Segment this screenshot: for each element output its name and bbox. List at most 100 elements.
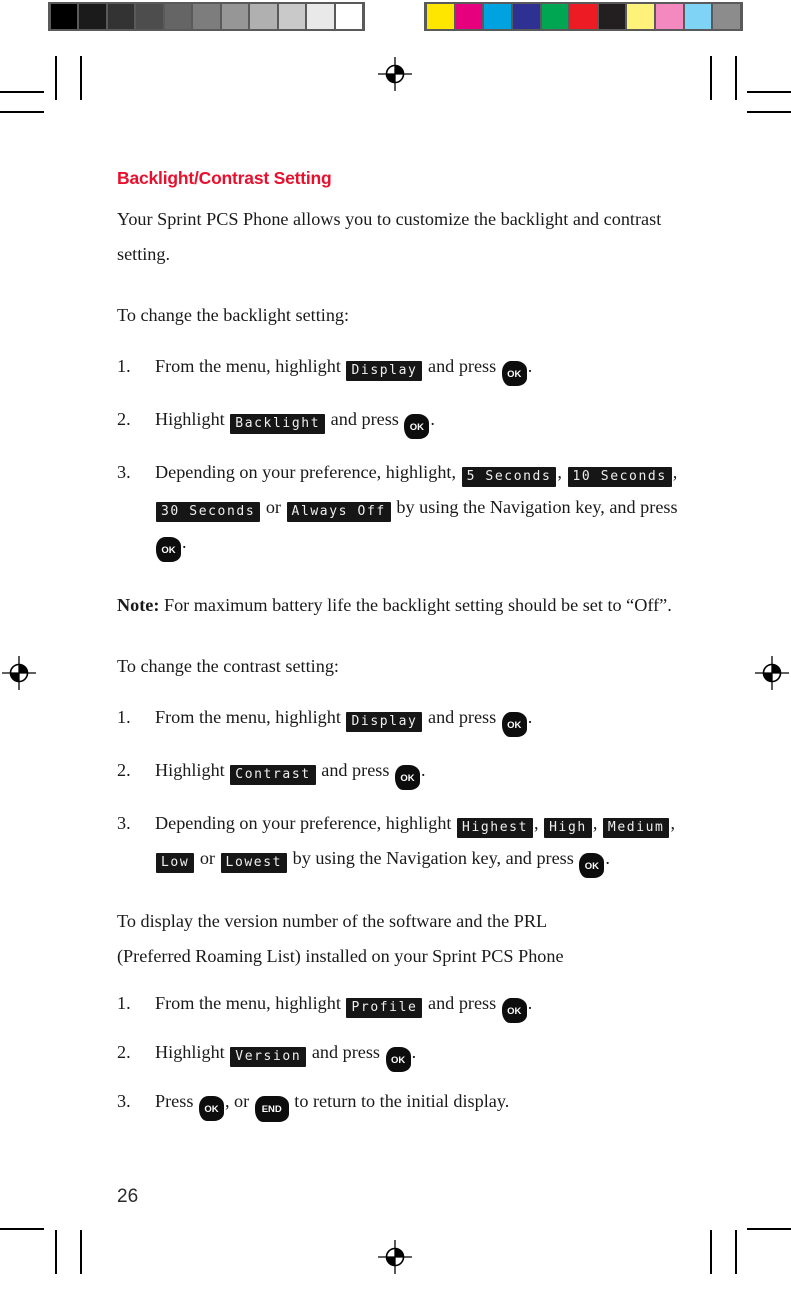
calibration-patch (656, 4, 683, 29)
ok-key-icon[interactable]: OK (501, 711, 527, 737)
calibration-patch (250, 4, 277, 29)
registration-mark-right (755, 656, 789, 690)
menu-chip-backlight[interactable]: Backlight (230, 413, 326, 434)
end-key-icon[interactable]: END (254, 1095, 289, 1122)
step-text: . (605, 847, 610, 868)
list-item: 1. From the menu, highlight Display and p… (117, 349, 692, 386)
step-text: , (534, 812, 539, 833)
crop-mark-bottom-right-v (735, 1230, 737, 1274)
step-text: and press (311, 1041, 381, 1062)
menu-chip-display[interactable]: Display (346, 711, 423, 732)
step-text: , (672, 461, 678, 482)
crop-mark-top-right-h (747, 111, 791, 113)
menu-chip-10-seconds[interactable]: 10 Seconds (567, 466, 672, 487)
intro-paragraph: Your Sprint PCS Phone allows you to cust… (117, 208, 662, 264)
menu-chip-always-off[interactable]: Always Off (286, 501, 391, 522)
menu-chip-30-seconds[interactable]: 30 Seconds (156, 501, 261, 522)
menu-chip-high[interactable]: High (544, 817, 592, 838)
crop-mark-top-left-v2 (80, 56, 82, 100)
ok-key-icon[interactable]: OK (385, 1046, 411, 1072)
step-number: 3. (117, 1090, 131, 1111)
menu-chip-contrast[interactable]: Contrast (230, 764, 316, 785)
page-title: Backlight/Contrast Setting (117, 168, 332, 188)
list-item: 2. Highlight Contrast and press OK. (117, 753, 692, 790)
list-item: 1. From the menu, highlight Display and p… (117, 700, 692, 737)
step-text: . (430, 408, 435, 429)
step-number: 1. (117, 992, 131, 1013)
step-text: and press (330, 408, 399, 429)
calibration-patch (278, 4, 306, 29)
step-text: . (527, 355, 533, 376)
ok-key-icon[interactable]: OK (501, 360, 527, 386)
calibration-patch (79, 4, 106, 29)
registration-mark-bottom (378, 1240, 412, 1274)
step-text: . (527, 992, 533, 1013)
contrast-lead: To change the contrast setting: (117, 655, 339, 676)
menu-chip-medium[interactable]: Medium (602, 817, 670, 838)
crop-mark-bottom-left-v2 (80, 1230, 82, 1274)
step-number: 3. (117, 461, 131, 482)
step-number: 2. (117, 408, 131, 429)
step-text: From the menu, highlight (155, 706, 341, 727)
calibration-patch (684, 4, 712, 29)
ok-key-icon[interactable]: OK (579, 852, 605, 878)
step-text: and press (428, 706, 497, 727)
menu-chip-5-seconds[interactable]: 5 Seconds (461, 466, 557, 487)
step-text: . (411, 1041, 417, 1062)
step-text: , (224, 1090, 230, 1111)
step-text: or (234, 1090, 250, 1111)
calibration-patch (627, 4, 655, 29)
ok-key-icon[interactable]: OK (156, 536, 181, 562)
ok-key-icon[interactable]: OK (404, 413, 430, 439)
menu-chip-display[interactable]: Display (346, 360, 423, 381)
step-text: . (182, 531, 187, 552)
calibration-patch (512, 4, 540, 29)
step-text: and press (428, 992, 497, 1013)
step-number: 1. (117, 355, 131, 376)
step-text: Highlight (155, 408, 225, 429)
crop-mark-top-right-v (735, 56, 737, 100)
calibration-patch (335, 4, 362, 29)
version-lead-line2: (Preferred Roaming List) installed on yo… (117, 945, 564, 966)
crop-mark-bottom-right-h (747, 1228, 791, 1230)
ok-key-icon[interactable]: OK (198, 1095, 224, 1121)
registration-mark-left (2, 656, 36, 690)
step-text: Depending on your preference, highlight (155, 812, 452, 833)
step-text: , (670, 812, 676, 833)
menu-chip-lowest[interactable]: Lowest (220, 852, 288, 873)
page-number: 26 (117, 1186, 139, 1207)
crop-mark-top-left-h (0, 111, 44, 113)
note-label: Note: (117, 594, 160, 615)
list-item: 2. Highlight Version and press OK. (117, 1035, 692, 1072)
grayscale-calibration-bar (48, 2, 365, 31)
step-text: From the menu, highlight (155, 992, 341, 1013)
step-text: From the menu, highlight (155, 355, 341, 376)
step-text: or (265, 496, 281, 517)
menu-chip-profile[interactable]: Profile (346, 997, 423, 1018)
menu-chip-highest[interactable]: Highest (457, 817, 534, 838)
step-text: by using the Navigation key, and press (292, 847, 574, 868)
step-number: 2. (117, 1041, 131, 1062)
step-text: Highlight (155, 1041, 225, 1062)
backlight-steps-list: 1. From the menu, highlight Display and p… (117, 349, 692, 562)
version-lead-line1: To display the version number of the sof… (117, 910, 548, 931)
step-number: 2. (117, 759, 131, 780)
step-text: by using the (396, 496, 486, 517)
menu-chip-version[interactable]: Version (230, 1046, 307, 1067)
backlight-lead: To change the backlight setting: (117, 304, 350, 325)
step-text: to return to the initial display. (294, 1090, 510, 1111)
crop-mark-top-right-v2 (710, 56, 712, 100)
crop-mark-bottom-left-v (55, 1230, 57, 1274)
registration-mark-top (378, 57, 412, 91)
crop-mark-top-right-h2 (747, 91, 791, 93)
step-text: and press (321, 759, 390, 780)
calibration-patch (427, 4, 454, 29)
calibration-patch (484, 4, 511, 29)
ok-key-icon[interactable]: OK (501, 997, 527, 1023)
step-number: 3. (117, 812, 131, 833)
list-item: 3. Depending on your preference, highligh… (117, 455, 692, 562)
ok-key-icon[interactable]: OK (394, 764, 420, 790)
version-steps-list: 1. From the menu, highlight Profile and p… (117, 986, 692, 1122)
menu-chip-low[interactable]: Low (156, 852, 195, 873)
list-item: 3. Press OK, or END to return to the init… (117, 1084, 692, 1122)
